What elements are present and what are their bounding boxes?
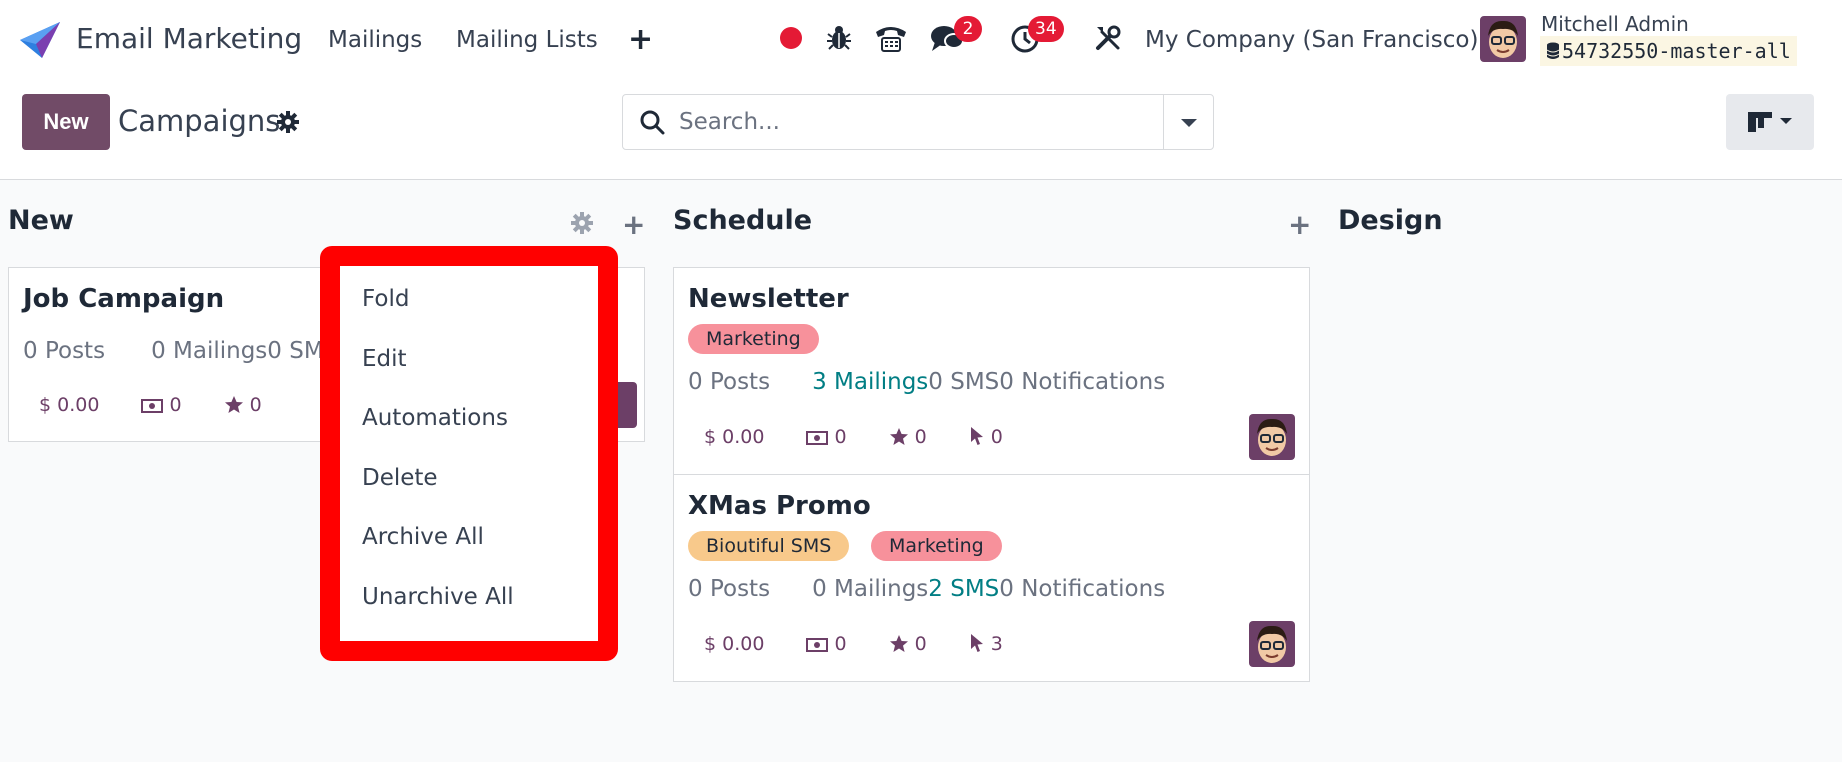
money-icon bbox=[806, 638, 829, 652]
card-metrics: $ 0.00 0 0 3 bbox=[704, 633, 1039, 655]
tag-bioutiful-sms[interactable]: Bioutiful SMS bbox=[688, 531, 850, 561]
view-switcher[interactable] bbox=[1726, 94, 1814, 150]
mailings-link[interactable]: 3 Mailings bbox=[812, 369, 928, 395]
quotations-metric: 0 bbox=[806, 426, 847, 448]
database-name: 54732550-master-all bbox=[1540, 36, 1797, 66]
card-avatar[interactable] bbox=[1249, 621, 1295, 667]
sms-link[interactable]: 2 SMS bbox=[928, 576, 999, 602]
rating-metric: 0 bbox=[224, 394, 262, 416]
user-avatar[interactable] bbox=[1480, 16, 1526, 62]
quotations-metric: 0 bbox=[806, 633, 847, 655]
revenue-metric: $ 0.00 bbox=[704, 633, 765, 655]
menu-item-fold[interactable]: Fold bbox=[362, 286, 409, 312]
pointer-icon bbox=[970, 427, 983, 445]
menu-item-archive-all[interactable]: Archive All bbox=[362, 524, 484, 550]
card-title: Newsletter bbox=[688, 284, 849, 314]
tag-marketing[interactable]: Marketing bbox=[688, 324, 819, 354]
menu-item-delete[interactable]: Delete bbox=[362, 465, 438, 491]
revenue-metric: $ 0.00 bbox=[704, 426, 765, 448]
money-icon bbox=[141, 399, 164, 413]
clicks-metric: 0 bbox=[969, 426, 1003, 448]
new-button[interactable]: New bbox=[22, 94, 110, 150]
kanban-view-icon bbox=[1748, 112, 1792, 132]
menu-item-automations[interactable]: Automations bbox=[362, 405, 508, 431]
column-schedule-quick-add-button[interactable]: + bbox=[1288, 208, 1311, 241]
revenue-metric: $ 0.00 bbox=[39, 394, 100, 416]
star-icon bbox=[889, 428, 908, 445]
nav-mailings[interactable]: Mailings bbox=[328, 27, 422, 53]
card-metrics: $ 0.00 0 0 bbox=[39, 394, 298, 416]
column-settings-gear-icon[interactable] bbox=[570, 211, 594, 235]
messages-count-badge: 2 bbox=[954, 16, 982, 42]
card-avatar[interactable] bbox=[1249, 414, 1295, 460]
record-icon[interactable] bbox=[780, 27, 802, 49]
pointer-icon bbox=[970, 634, 983, 652]
search-icon bbox=[640, 110, 665, 135]
app-name[interactable]: Email Marketing bbox=[76, 22, 302, 55]
money-icon bbox=[806, 431, 829, 445]
database-label: 54732550-master-all bbox=[1562, 39, 1791, 63]
card-title: XMas Promo bbox=[688, 491, 871, 521]
email-marketing-logo-icon[interactable] bbox=[20, 22, 60, 58]
column-new-quick-add-button[interactable]: + bbox=[622, 208, 645, 241]
user-name[interactable]: Mitchell Admin bbox=[1541, 12, 1689, 36]
search-bar bbox=[622, 94, 1214, 150]
database-icon bbox=[1546, 42, 1560, 59]
caret-down-icon bbox=[1181, 119, 1197, 127]
card-stats: 0 Posts 3 Mailings0 SMS0 Notifications bbox=[688, 369, 1166, 395]
tools-icon[interactable] bbox=[1094, 24, 1122, 52]
rating-metric: 0 bbox=[889, 633, 927, 655]
phone-icon[interactable] bbox=[874, 24, 908, 52]
company-switcher[interactable]: My Company (San Francisco) bbox=[1145, 27, 1478, 53]
clicks-metric: 3 bbox=[969, 633, 1003, 655]
page-title: Campaigns bbox=[118, 104, 281, 138]
column-settings-dropdown: Fold Edit Automations Delete Archive All… bbox=[320, 246, 618, 661]
kanban-card-newsletter[interactable]: Newsletter Marketing 0 Posts 3 Mailings0 … bbox=[673, 267, 1310, 475]
card-title: Job Campaign bbox=[23, 284, 225, 314]
search-options-toggle[interactable] bbox=[1163, 95, 1213, 149]
star-icon bbox=[889, 635, 908, 652]
kanban-card-xmas-promo[interactable]: XMas Promo Bioutiful SMS Marketing 0 Pos… bbox=[673, 474, 1310, 682]
rating-metric: 0 bbox=[889, 426, 927, 448]
tag-marketing[interactable]: Marketing bbox=[871, 531, 1002, 561]
search-input[interactable] bbox=[679, 105, 1079, 139]
card-stats: 0 Posts 0 Mailings0 SMS bbox=[23, 338, 339, 364]
column-title-design[interactable]: Design bbox=[1338, 205, 1443, 236]
quotations-metric: 0 bbox=[141, 394, 182, 416]
top-navbar: Email Marketing Mailings Mailing Lists +… bbox=[0, 0, 1842, 80]
card-stats: 0 Posts 0 Mailings2 SMS0 Notifications bbox=[688, 576, 1166, 602]
card-metrics: $ 0.00 0 0 0 bbox=[704, 426, 1039, 448]
nav-mailing-lists[interactable]: Mailing Lists bbox=[456, 27, 598, 53]
gear-icon[interactable] bbox=[276, 110, 300, 134]
activities-count-badge: 34 bbox=[1028, 16, 1064, 42]
nav-add-button[interactable]: + bbox=[628, 22, 653, 57]
star-icon bbox=[224, 396, 243, 413]
column-title-schedule[interactable]: Schedule bbox=[673, 205, 812, 236]
column-title-new[interactable]: New bbox=[8, 205, 74, 236]
control-panel: New Campaigns bbox=[0, 80, 1842, 180]
menu-item-unarchive-all[interactable]: Unarchive All bbox=[362, 584, 514, 610]
menu-item-edit[interactable]: Edit bbox=[362, 346, 407, 372]
bug-icon[interactable] bbox=[826, 24, 852, 52]
